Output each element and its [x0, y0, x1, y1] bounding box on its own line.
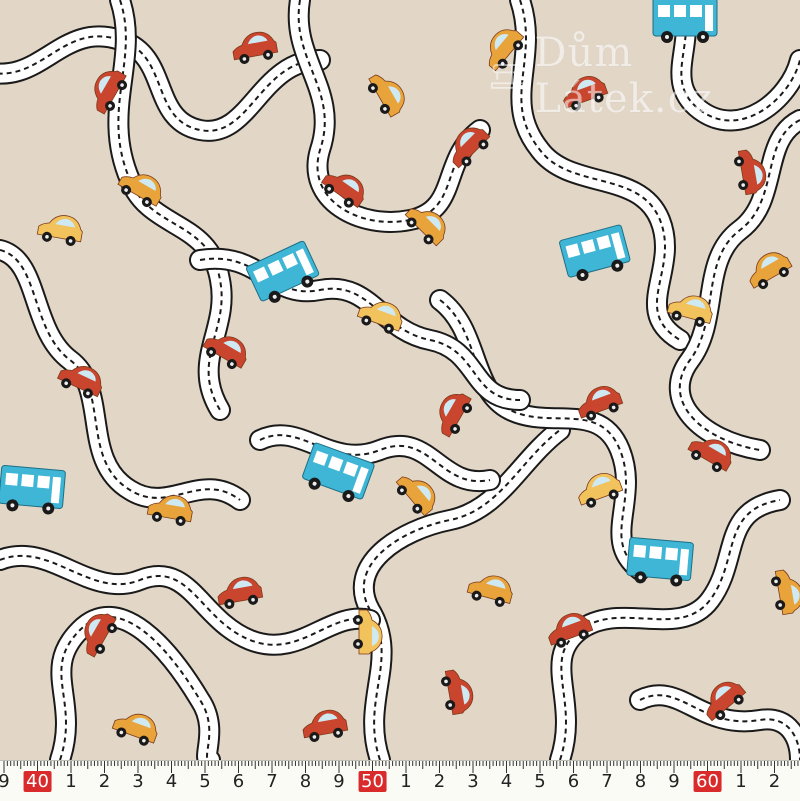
- ruler-number: 7: [266, 771, 278, 792]
- fabric-photo: Dům Látek.cz 9 40 1 2 3 4 5 6 7 8 9 50 1 2 3 4 5 6 7 8 9 60 1 2: [0, 0, 800, 801]
- ruler-number: 5: [534, 771, 546, 792]
- ruler-number: 50: [358, 771, 387, 792]
- watermark: Dům Látek.cz: [490, 30, 800, 122]
- ruler-number: 3: [467, 771, 479, 792]
- ruler-number: 1: [400, 771, 412, 792]
- ruler-number: 6: [567, 771, 580, 792]
- ruler-number: 8: [299, 771, 312, 792]
- ruler-number: 9: [0, 771, 10, 792]
- sewing-machine-icon: [490, 64, 524, 89]
- ruler-number: 2: [768, 771, 781, 792]
- ruler-number: 2: [98, 771, 111, 792]
- watermark-text: Dům Látek.cz: [534, 30, 714, 122]
- ruler-number: 3: [132, 771, 144, 792]
- ruler-number: 8: [634, 771, 647, 792]
- ruler-number: 7: [601, 771, 613, 792]
- ruler-number: 9: [668, 771, 680, 792]
- ruler-number: 1: [735, 771, 747, 792]
- ruler-number: 40: [23, 771, 52, 792]
- measuring-ruler: 9 40 1 2 3 4 5 6 7 8 9 50 1 2 3 4 5 6 7 8 9 60 1 2: [0, 760, 800, 801]
- ruler-number: 6: [232, 771, 245, 792]
- ruler-number: 2: [433, 771, 446, 792]
- ruler-number: 5: [199, 771, 211, 792]
- ruler-number: 60: [693, 771, 722, 792]
- ruler-number: 1: [65, 771, 77, 792]
- ruler-number: 4: [165, 771, 178, 792]
- ruler-number: 9: [333, 771, 345, 792]
- ruler-number: 4: [500, 771, 513, 792]
